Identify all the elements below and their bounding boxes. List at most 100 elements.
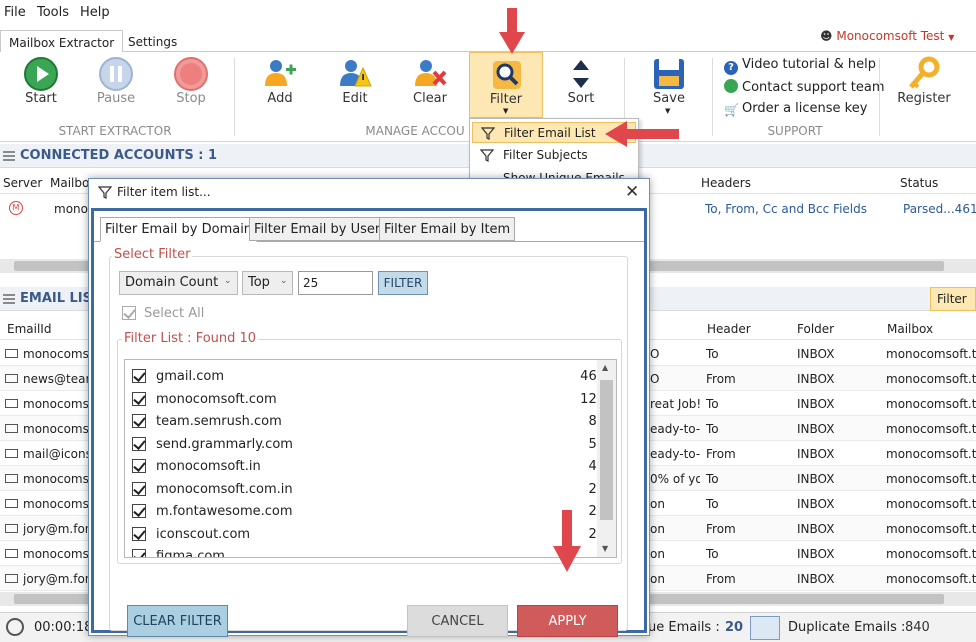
close-icon[interactable]: ✕ [625,182,639,202]
col-folder[interactable]: Folder [797,322,834,336]
domain-list-scrollbar[interactable]: ▲ ▼ [597,360,616,557]
item-checkbox[interactable] [132,414,146,428]
list-icon [3,151,15,162]
tab-filter-by-user[interactable]: Filter Email by User [249,217,386,241]
menu-tools[interactable]: Tools [37,5,69,20]
count-input[interactable]: 25 [298,271,373,295]
clear-filter-button[interactable]: CLEAR FILTER [127,605,228,637]
contact-support-link[interactable]: Contact support team [724,79,884,95]
cell-folder: INBOX [797,572,835,586]
filter-apply-button[interactable]: FILTER [378,271,428,295]
item-checkbox[interactable] [132,481,146,496]
list-item[interactable]: gmail.com 460 [125,366,605,388]
cell-subject: on [650,572,665,586]
cell-mailbox: monocomsoft.tes [886,447,976,461]
list-item[interactable]: figma.com8 [125,546,605,558]
list-item[interactable]: monocomsoft.com.in27 [125,479,605,501]
select-filter-legend: Select Filter [112,247,193,262]
apply-button[interactable]: APPLY [517,605,618,637]
filter-label: Filter [489,92,523,107]
item-checkbox[interactable] [132,526,146,541]
filter-mode-value: Domain Count [125,275,219,290]
cell-mailbox: monocomsoft.tes [886,547,976,561]
order-license-link[interactable]: 🛒 Order a license key [724,101,867,117]
gmail-icon: M [9,201,23,215]
list-item[interactable]: send.grammarly.com52 [125,434,605,456]
video-tutorial-link[interactable]: ? Video tutorial & help [724,57,876,75]
pause-icon [99,57,133,91]
floppy-disk-icon [654,59,684,89]
scroll-thumb[interactable] [600,380,613,520]
col-server[interactable]: Server [3,176,42,190]
item-checkbox[interactable] [132,436,146,451]
col-header[interactable]: Header [707,322,751,336]
list-item[interactable]: monocomsoft.com 126 [125,389,605,411]
cell-header: To [706,397,719,411]
filter-button[interactable]: Filter ▼ [469,52,543,118]
stop-label: Stop [176,91,206,106]
add-button[interactable]: Add [245,52,315,138]
clear-label: Clear [413,91,447,106]
count-value: 25 [303,276,319,290]
tab-filter-by-item[interactable]: Filter Email by Item [379,217,516,241]
tab-filter-by-domain[interactable]: Filter Email by Domain [100,217,258,242]
item-domain: monocomsoft.in [156,459,261,474]
item-checkbox[interactable] [132,549,146,557]
menu-item-filter-subjects[interactable]: Filter Subjects [472,145,636,166]
filter-indicator[interactable]: Filter [930,287,976,311]
cell-header: From [706,372,736,386]
select-all-checkbox[interactable] [122,306,136,320]
filter-mode-select[interactable]: Domain Count ⌄ [119,271,238,295]
support-icon [724,79,738,93]
cancel-button[interactable]: CANCEL [407,605,508,637]
col-mailbox[interactable]: Mailbox [887,322,933,336]
user-menu[interactable]: ☻ Monocomsoft Test ▼ [820,29,954,43]
user-name: Monocomsoft Test [836,29,945,43]
item-domain: iconscout.com [156,526,251,542]
chevron-down-icon: ⌄ [280,276,288,286]
item-checkbox[interactable] [132,391,146,406]
chevron-up-icon[interactable]: ▲ [602,363,608,372]
group-manage-accounts: MANAGE ACCOU [365,124,465,138]
item-checkbox[interactable] [132,504,146,518]
register-button[interactable]: Register [889,52,959,138]
item-domain: figma.com [156,549,225,558]
list-item[interactable]: m.fontawesome.com26 [125,501,605,523]
item-checkbox[interactable] [132,369,146,383]
cell-email: jory@m.font [23,572,89,586]
cell-folder: INBOX [797,497,835,511]
duplicate-emails-label: Duplicate Emails : [788,620,906,635]
cell-subject: reat Job! [650,397,700,411]
item-checkbox[interactable] [132,459,146,473]
envelope-icon [5,499,18,508]
cell-subject: on [650,497,665,511]
tab-mailbox-extractor[interactable]: Mailbox Extractor [0,30,124,53]
col-mailbox[interactable]: Mailbo [50,176,89,190]
list-item[interactable]: team.semrush.com87 [125,411,605,433]
tab-settings[interactable]: Settings [120,30,185,53]
col-status[interactable]: Status [900,176,938,190]
filter-order-select[interactable]: Top ⌄ [242,271,293,295]
envelope-icon [5,399,18,408]
cell-folder: INBOX [797,397,835,411]
add-user-icon [265,60,296,86]
chevron-down-icon: ▼ [503,107,509,115]
cell-header: From [706,572,736,586]
save-label: Save [653,91,685,106]
tutorial-arrow-down-icon [499,8,525,54]
ribbon-separator [234,58,235,136]
envelope-icon [5,374,18,383]
col-headers[interactable]: Headers [701,176,751,190]
menu-help[interactable]: Help [80,5,110,20]
funnel-icon [98,186,112,199]
remove-user-icon [415,60,447,86]
col-emailid[interactable]: EmailId [7,322,51,336]
chevron-down-icon[interactable]: ▼ [602,544,608,553]
cell-subject: on [650,522,665,536]
select-all-label: Select All [144,306,205,321]
list-item[interactable]: iconscout.com24 [125,524,605,546]
menu-file[interactable]: File [4,5,26,20]
list-item[interactable]: monocomsoft.in43 [125,456,605,478]
start-label: Start [25,91,57,106]
unique-emails-count: 20 [725,620,744,635]
